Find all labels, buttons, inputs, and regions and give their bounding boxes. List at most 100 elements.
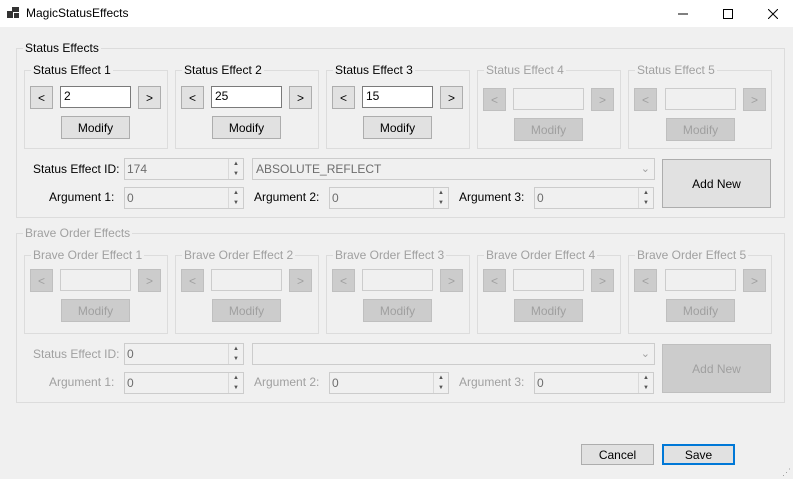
spinner-arrows: ▲ ▼	[433, 188, 448, 208]
argument-3-label: Argument 3:	[459, 375, 525, 389]
spin-up-icon[interactable]: ▲	[229, 373, 243, 383]
spinner-arrows: ▲ ▼	[638, 188, 653, 208]
app-icon	[7, 7, 19, 18]
add-new-button[interactable]: Add New	[662, 159, 771, 208]
brave-order-value-field[interactable]	[665, 269, 736, 291]
prev-button[interactable]: <	[332, 269, 355, 292]
brave-order-slot-title: Brave Order Effect 4	[486, 248, 596, 262]
argument-2-label: Argument 2:	[254, 375, 320, 389]
spin-down-icon[interactable]: ▼	[229, 383, 243, 393]
spin-down-icon[interactable]: ▼	[229, 354, 243, 364]
next-button[interactable]: >	[743, 88, 766, 111]
next-button[interactable]: >	[591, 269, 614, 292]
window-title: MagicStatusEffects	[26, 6, 129, 20]
spinner-value: 0	[332, 376, 339, 390]
modify-button[interactable]: Modify	[61, 299, 130, 322]
spinner-arrows: ▲ ▼	[433, 373, 448, 393]
spin-up-icon[interactable]: ▲	[639, 188, 653, 198]
spinner-arrows: ▲ ▼	[228, 373, 243, 393]
status-effect-value-field[interactable]	[513, 88, 584, 110]
spin-down-icon[interactable]: ▼	[639, 198, 653, 208]
status-effect-id-spinner[interactable]: 174 ▲ ▼	[124, 158, 244, 180]
status-effect-slot-title: Status Effect 3	[335, 63, 413, 77]
modify-button[interactable]: Modify	[363, 299, 432, 322]
status-effect-value-field[interactable]: 25	[211, 86, 282, 108]
argument-3-spinner[interactable]: 0 ▲ ▼	[534, 187, 654, 209]
close-icon	[768, 8, 778, 19]
next-button[interactable]: >	[289, 86, 312, 109]
brave-order-value-field[interactable]	[211, 269, 282, 291]
spin-down-icon[interactable]: ▼	[434, 383, 448, 393]
brave-order-effect-combobox[interactable]: ⌄	[252, 343, 655, 365]
prev-button[interactable]: <	[30, 86, 53, 109]
brave-order-value-field[interactable]	[513, 269, 584, 291]
prev-button[interactable]: <	[332, 86, 355, 109]
argument-2-spinner[interactable]: 0 ▲ ▼	[329, 372, 449, 394]
status-effect-id-label: Status Effect ID:	[33, 162, 120, 176]
cancel-button[interactable]: Cancel	[581, 444, 654, 465]
modify-button[interactable]: Modify	[212, 299, 281, 322]
modify-button[interactable]: Modify	[61, 116, 130, 139]
argument-3-spinner[interactable]: 0 ▲ ▼	[534, 372, 654, 394]
save-button[interactable]: Save	[662, 444, 735, 465]
prev-button[interactable]: <	[181, 86, 204, 109]
spin-up-icon[interactable]: ▲	[229, 159, 243, 169]
status-effect-value-field[interactable]	[665, 88, 736, 110]
prev-button[interactable]: <	[634, 88, 657, 111]
status-effect-slot-title: Status Effect 5	[637, 63, 715, 77]
status-effect-value-field[interactable]: 2	[60, 86, 131, 108]
prev-button[interactable]: <	[181, 269, 204, 292]
next-button[interactable]: >	[440, 86, 463, 109]
modify-button[interactable]: Modify	[514, 118, 583, 141]
status-effect-slot-title: Status Effect 1	[33, 63, 111, 77]
prev-button[interactable]: <	[483, 269, 506, 292]
brave-order-id-spinner[interactable]: 0 ▲ ▼	[124, 343, 244, 365]
prev-button[interactable]: <	[634, 269, 657, 292]
spinner-arrows: ▲ ▼	[638, 373, 653, 393]
argument-1-spinner[interactable]: 0 ▲ ▼	[124, 372, 244, 394]
spin-down-icon[interactable]: ▼	[639, 383, 653, 393]
modify-button[interactable]: Modify	[363, 116, 432, 139]
spin-up-icon[interactable]: ▲	[229, 188, 243, 198]
argument-2-spinner[interactable]: 0 ▲ ▼	[329, 187, 449, 209]
argument-1-label: Argument 1:	[49, 375, 115, 389]
spinner-value: 0	[537, 191, 544, 205]
prev-button[interactable]: <	[483, 88, 506, 111]
brave-order-id-label: Status Effect ID:	[33, 347, 120, 361]
modify-button[interactable]: Modify	[212, 116, 281, 139]
brave-order-value-field[interactable]	[60, 269, 131, 291]
spin-down-icon[interactable]: ▼	[229, 169, 243, 179]
brave-order-value-field[interactable]	[362, 269, 433, 291]
argument-1-spinner[interactable]: 0 ▲ ▼	[124, 187, 244, 209]
brave-order-slot-title: Brave Order Effect 2	[184, 248, 294, 262]
modify-button[interactable]: Modify	[666, 299, 735, 322]
spinner-arrows: ▲ ▼	[228, 159, 243, 179]
spin-down-icon[interactable]: ▼	[229, 198, 243, 208]
combobox-value: ABSOLUTE_REFLECT	[256, 162, 382, 176]
maximize-icon	[723, 8, 733, 19]
chevron-down-icon: ⌄	[640, 163, 650, 175]
effect-name-combobox[interactable]: ABSOLUTE_REFLECT ⌄	[252, 158, 655, 180]
next-button[interactable]: >	[138, 269, 161, 292]
next-button[interactable]: >	[591, 88, 614, 111]
next-button[interactable]: >	[440, 269, 463, 292]
maximize-button[interactable]	[705, 0, 751, 27]
resize-grip-icon[interactable]: ⋰	[782, 467, 791, 478]
modify-button[interactable]: Modify	[514, 299, 583, 322]
spin-up-icon[interactable]: ▲	[639, 373, 653, 383]
spinner-value: 0	[127, 376, 134, 390]
spinner-value: 0	[332, 191, 339, 205]
status-effect-value-field[interactable]: 15	[362, 86, 433, 108]
spin-up-icon[interactable]: ▲	[229, 344, 243, 354]
next-button[interactable]: >	[289, 269, 312, 292]
next-button[interactable]: >	[743, 269, 766, 292]
spin-up-icon[interactable]: ▲	[434, 188, 448, 198]
spin-down-icon[interactable]: ▼	[434, 198, 448, 208]
close-button[interactable]	[750, 0, 793, 27]
prev-button[interactable]: <	[30, 269, 53, 292]
add-new-button[interactable]: Add New	[662, 344, 771, 393]
next-button[interactable]: >	[138, 86, 161, 109]
spin-up-icon[interactable]: ▲	[434, 373, 448, 383]
modify-button[interactable]: Modify	[666, 118, 735, 141]
minimize-button[interactable]	[660, 0, 706, 27]
